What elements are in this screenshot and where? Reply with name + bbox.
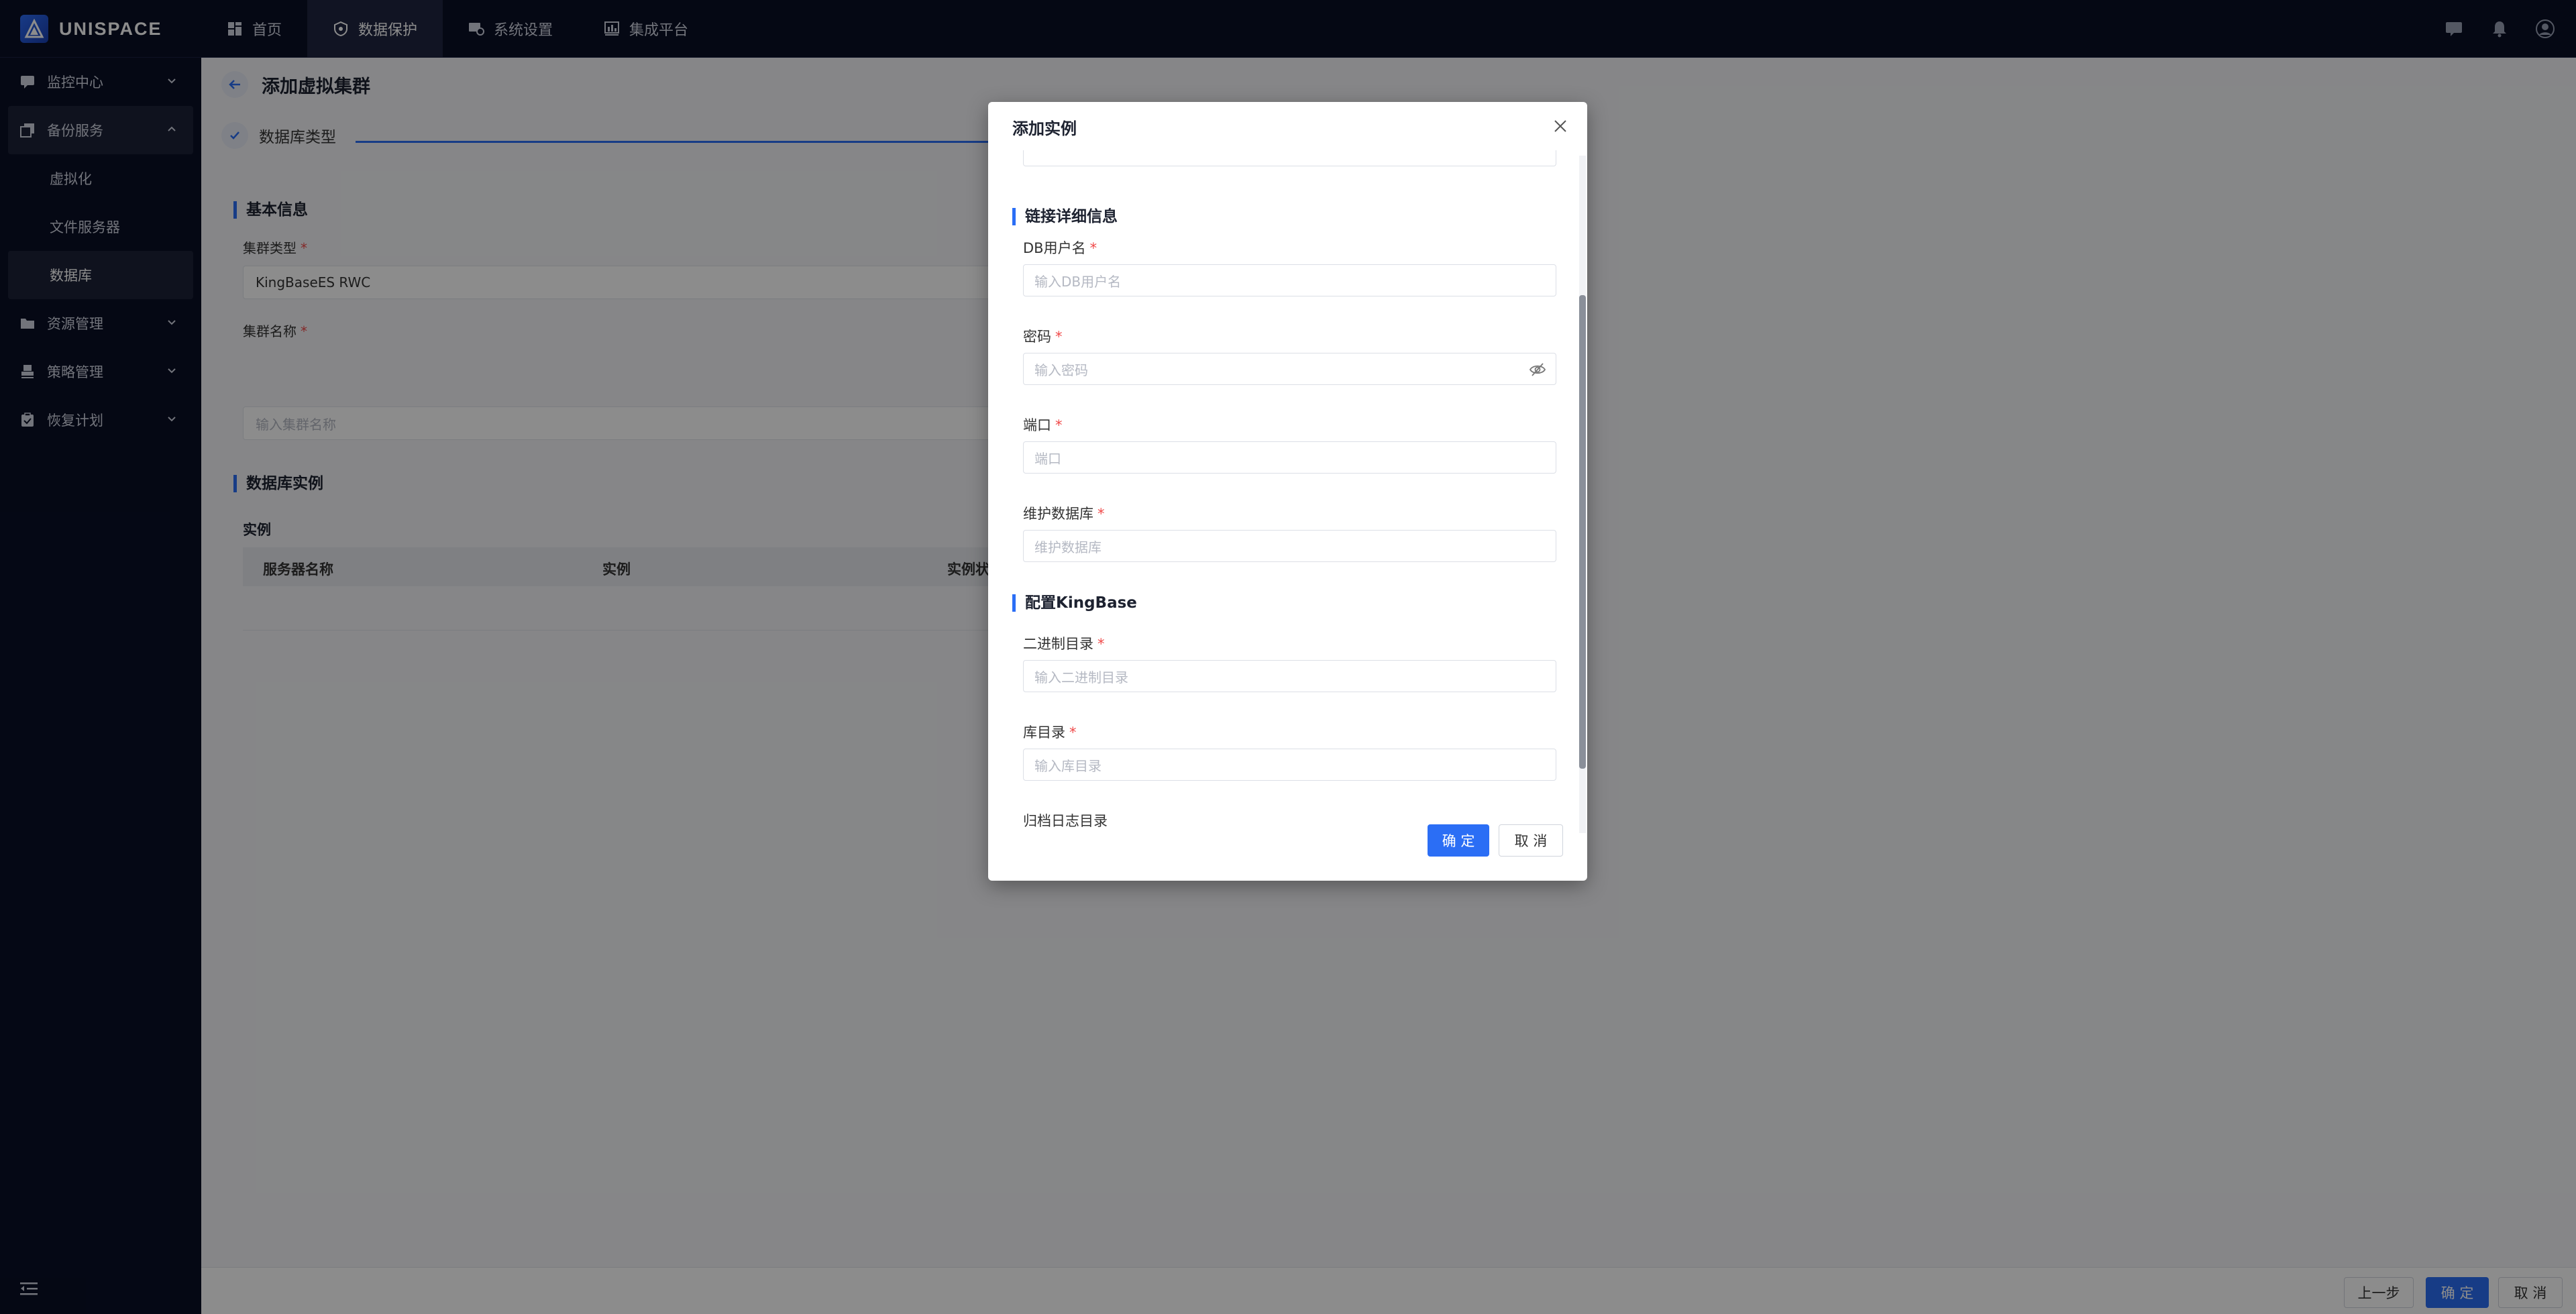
section-config-kingbase: 配置KingBase: [1012, 594, 1137, 612]
modal-title: 添加实例: [1012, 119, 1077, 138]
section-connection-details: 链接详细信息: [1012, 208, 1118, 225]
lib-dir-label-text: 库目录: [1023, 724, 1065, 741]
archive-dir-label: 归档日志目录: [1023, 813, 1108, 828]
close-icon[interactable]: [1551, 117, 1570, 135]
lib-dir-input[interactable]: 输入库目录: [1023, 749, 1556, 781]
add-instance-modal: 添加实例 链接详细信息 DB用户名 * 输入DB用户名 密码 * 输入密码 端口 * …: [988, 102, 1587, 881]
required-mark: *: [1097, 506, 1105, 522]
required-mark: *: [1055, 417, 1063, 433]
required-mark: *: [1055, 329, 1063, 345]
maint-db-input[interactable]: 维护数据库: [1023, 530, 1556, 562]
maint-db-label-text: 维护数据库: [1023, 506, 1093, 522]
required-mark: *: [1069, 724, 1077, 741]
password-label: 密码 *: [1023, 326, 1063, 346]
maint-db-label: 维护数据库 *: [1023, 503, 1105, 523]
bin-dir-label-text: 二进制目录: [1023, 636, 1093, 652]
modal-cancel-button[interactable]: 取 消: [1499, 824, 1563, 857]
modal-body: 链接详细信息 DB用户名 * 输入DB用户名 密码 * 输入密码 端口 * 端口 维护…: [988, 150, 1587, 828]
password-input[interactable]: 输入密码: [1023, 353, 1556, 385]
port-input[interactable]: 端口: [1023, 441, 1556, 474]
required-mark: *: [1089, 240, 1097, 256]
port-label-text: 端口: [1023, 417, 1051, 433]
previous-field-input[interactable]: [1023, 150, 1556, 166]
required-mark: *: [1097, 636, 1105, 652]
password-label-text: 密码: [1023, 329, 1051, 345]
db-user-label-text: DB用户名: [1023, 240, 1086, 256]
port-label: 端口 *: [1023, 415, 1063, 435]
lib-dir-label: 库目录 *: [1023, 722, 1077, 742]
password-placeholder: 输入密码: [1034, 362, 1088, 378]
modal-confirm-button[interactable]: 确 定: [1428, 824, 1489, 857]
eye-off-icon[interactable]: [1529, 362, 1546, 378]
db-user-label: DB用户名 *: [1023, 237, 1097, 258]
db-user-input[interactable]: 输入DB用户名: [1023, 264, 1556, 296]
bin-dir-label: 二进制目录 *: [1023, 633, 1105, 653]
bin-dir-input[interactable]: 输入二进制目录: [1023, 660, 1556, 692]
modal-scrollbar-thumb[interactable]: [1579, 295, 1586, 769]
